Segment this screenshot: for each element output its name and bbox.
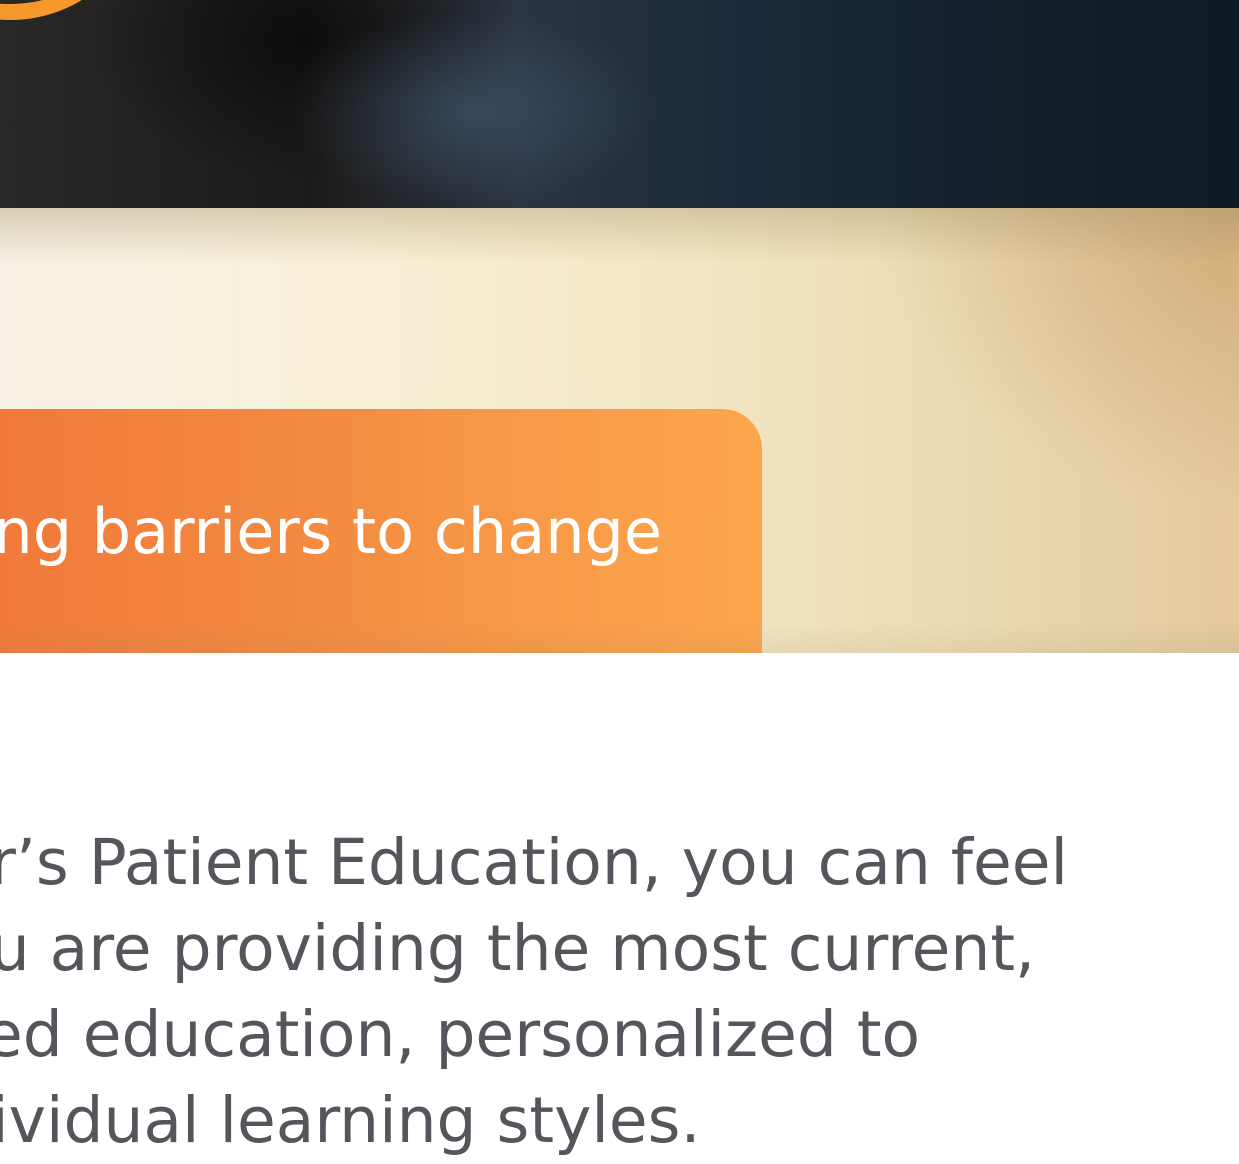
intro-line-3: sed education, personalized to xyxy=(0,998,921,1071)
intro-line-1: er’s Patient Education, you can feel xyxy=(0,826,1068,899)
orange-swoosh-graphic xyxy=(0,0,140,20)
top-banner xyxy=(0,0,1239,208)
intro-line-4: dividual learning styles. xyxy=(0,1084,701,1157)
hero-bottom-shade xyxy=(0,623,1239,653)
intro-line-2: ou are providing the most current, xyxy=(0,912,1036,985)
intro-paragraph: er’s Patient Education, you can feel ou … xyxy=(0,820,1068,1164)
headline-banner: ng barriers to change xyxy=(0,409,762,653)
hero-section: ng barriers to change xyxy=(0,208,1239,653)
headline-text: ng barriers to change xyxy=(0,495,662,568)
